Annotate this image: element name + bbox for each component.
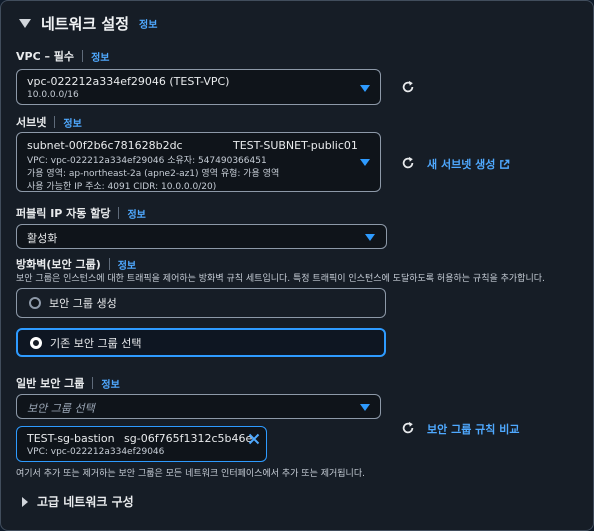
refresh-subnet-icon[interactable] xyxy=(401,156,415,170)
subnet-name: TEST-SUBNET-public01 xyxy=(233,139,358,152)
public-ip-label: 퍼블릭 IP 자동 할당 xyxy=(16,207,111,220)
divider xyxy=(118,207,120,219)
create-sg-radio[interactable] xyxy=(29,297,41,309)
public-ip-info-link[interactable]: 정보 xyxy=(127,206,145,221)
subnet-label-row: 서브넷 정보 xyxy=(16,114,82,130)
public-ip-label-row: 퍼블릭 IP 자동 할당 정보 xyxy=(16,205,146,221)
subnet-detail-1: VPC: vpc-022212a334ef29046 소유자: 54749036… xyxy=(27,156,267,166)
vpc-select[interactable]: vpc-022212a334ef29046 (TEST-VPC) 10.0.0.… xyxy=(16,69,381,105)
create-subnet-link[interactable]: 새 서브넷 생성 xyxy=(427,156,510,172)
subnet-select[interactable]: subnet-00f2b6c781628b2dc TEST-SUBNET-pub… xyxy=(16,132,381,192)
firewall-info-link[interactable]: 정보 xyxy=(118,257,136,272)
subnet-info-link[interactable]: 정보 xyxy=(63,115,81,130)
existing-sg-label: 기존 보안 그룹 선택 xyxy=(50,336,142,350)
chevron-down-icon xyxy=(360,85,370,92)
subnet-detail-2: 가용 영역: ap-northeast-2a (apne2-az1) 영역 유형… xyxy=(27,169,280,179)
common-sg-label: 일반 보안 그룹 xyxy=(16,377,85,390)
refresh-sg-icon[interactable] xyxy=(401,421,415,435)
vpc-label: VPC – 필수 xyxy=(16,50,75,63)
common-sg-info-link[interactable]: 정보 xyxy=(101,376,119,391)
vpc-label-row: VPC – 필수 정보 xyxy=(16,48,109,64)
chevron-down-icon xyxy=(360,404,370,411)
existing-sg-radio[interactable] xyxy=(30,336,42,349)
firewall-description: 보안 그룹은 인스턴스에 대한 트래픽을 제어하는 방화벽 규칙 세트입니다. … xyxy=(16,274,545,284)
sg-hint: 여기서 추가 또는 제거하는 보안 그룹은 모든 네트워크 인터페이스에서 추가… xyxy=(16,469,365,479)
selected-sg-token: TEST-sg-bastion sg-06f765f1312c5b46e VPC… xyxy=(16,426,267,462)
create-sg-label: 보안 그룹 생성 xyxy=(49,297,117,310)
remove-token-icon[interactable] xyxy=(248,433,260,445)
existing-sg-option[interactable]: 기존 보안 그룹 선택 xyxy=(16,328,386,357)
divider xyxy=(92,377,94,389)
network-settings-panel: 네트워크 설정 정보 VPC – 필수 정보 vpc-022212a334ef2… xyxy=(0,0,594,531)
advanced-network-toggle[interactable]: 고급 네트워크 구성 xyxy=(22,493,134,510)
firewall-label-row: 방화벽(보안 그룹) 정보 xyxy=(16,256,136,272)
vpc-info-link[interactable]: 정보 xyxy=(91,49,109,64)
firewall-label: 방화벽(보안 그룹) xyxy=(16,258,101,271)
public-ip-select[interactable]: 활성화 xyxy=(16,224,387,249)
external-link-icon xyxy=(500,159,510,169)
chevron-down-icon xyxy=(365,234,375,241)
sg-token-name: TEST-sg-bastion sg-06f765f1312c5b46e xyxy=(27,432,252,445)
vpc-value: vpc-022212a334ef29046 (TEST-VPC) xyxy=(27,75,230,88)
sg-token-id: sg-06f765f1312c5b46e xyxy=(124,432,253,445)
expand-caret-icon xyxy=(22,496,28,507)
chevron-down-icon xyxy=(360,159,370,166)
section-title: 네트워크 설정 xyxy=(41,15,130,33)
sg-select[interactable]: 보안 그룹 선택 xyxy=(16,394,381,419)
advanced-network-label: 고급 네트워크 구성 xyxy=(37,495,134,509)
refresh-vpc-icon[interactable] xyxy=(401,80,415,94)
divider xyxy=(82,50,84,62)
divider xyxy=(108,258,110,270)
common-sg-label-row: 일반 보안 그룹 정보 xyxy=(16,375,120,391)
divider xyxy=(54,116,56,128)
public-ip-value: 활성화 xyxy=(27,232,58,245)
create-sg-option[interactable]: 보안 그룹 생성 xyxy=(16,288,386,318)
subnet-label: 서브넷 xyxy=(16,116,47,129)
sg-token-vpc: VPC: vpc-022212a334ef29046 xyxy=(27,447,165,457)
sg-select-placeholder: 보안 그룹 선택 xyxy=(27,402,95,415)
subnet-id: subnet-00f2b6c781628b2dc xyxy=(27,139,183,152)
collapse-caret-icon[interactable] xyxy=(19,19,31,28)
section-header[interactable]: 네트워크 설정 정보 xyxy=(19,13,157,34)
subnet-detail-3: 사용 가능한 IP 주소: 4091 CIDR: 10.0.0.0/20) xyxy=(27,182,217,192)
create-subnet-label: 새 서브넷 생성 xyxy=(427,158,496,171)
sg-token-name-text: TEST-sg-bastion xyxy=(27,432,115,445)
vpc-cidr: 10.0.0.0/16 xyxy=(27,90,79,100)
section-info-link[interactable]: 정보 xyxy=(139,16,157,31)
compare-sg-rules-link[interactable]: 보안 그룹 규칙 비교 xyxy=(427,421,519,437)
